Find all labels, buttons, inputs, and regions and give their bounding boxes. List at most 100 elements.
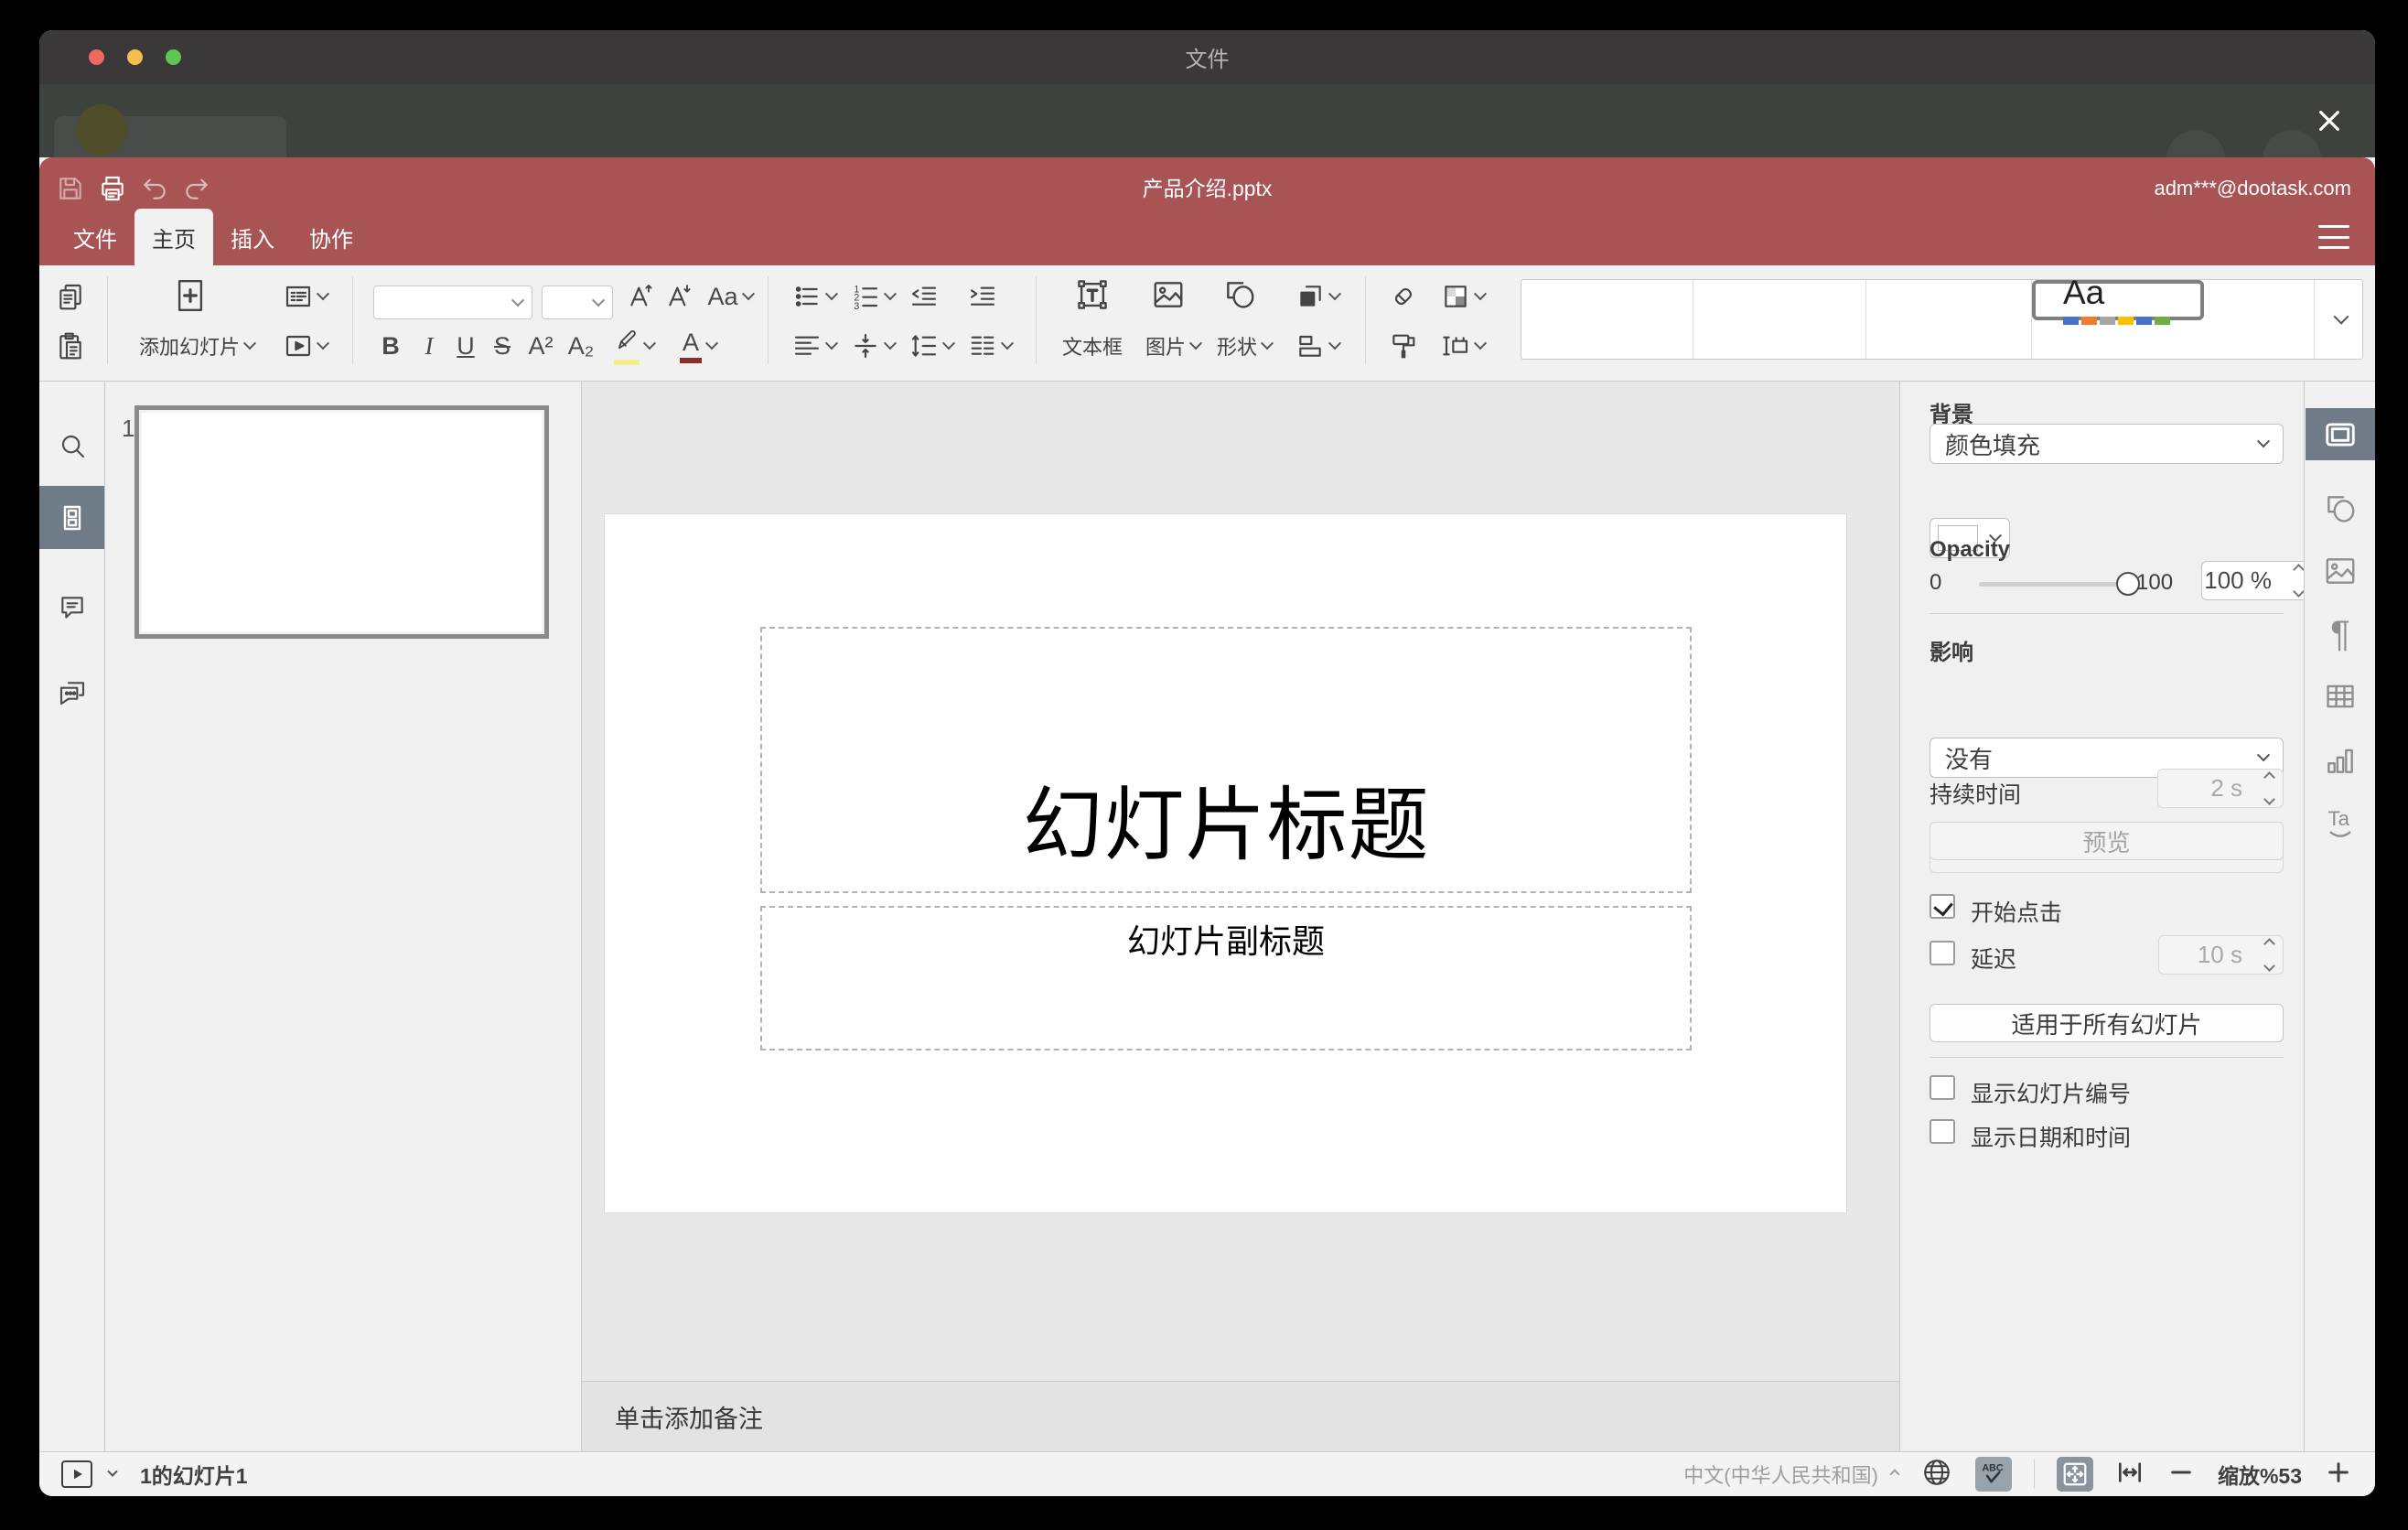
increase-font-icon[interactable] [623, 275, 660, 318]
font-color-button[interactable]: A [669, 322, 727, 370]
line-spacing-button[interactable] [903, 322, 960, 370]
textbox-button[interactable]: 文本框 [1053, 322, 1132, 370]
change-case-button[interactable]: Aa [700, 275, 760, 318]
opacity-max: 100 [2136, 570, 2174, 595]
decrease-font-icon[interactable] [661, 275, 698, 318]
slide-canvas[interactable]: 幻灯片标题 幻灯片副标题 [582, 382, 1899, 1381]
theme-option-1[interactable] [1521, 280, 1693, 359]
slide[interactable]: 幻灯片标题 幻灯片副标题 [605, 514, 1846, 1212]
font-name-combobox[interactable] [373, 286, 532, 319]
theme-gallery-expand-button[interactable] [2315, 280, 2362, 359]
slide-settings-icon[interactable] [2306, 408, 2375, 460]
vertical-align-button[interactable] [844, 322, 901, 370]
decrease-indent-icon[interactable] [903, 275, 945, 318]
copy-style-icon[interactable] [1382, 322, 1424, 370]
increase-indent-icon[interactable] [962, 275, 1004, 318]
status-bar: 1的幻灯片1 中文(中华人民共和国) ABC 缩放%53 [39, 1451, 2375, 1496]
shape-button[interactable]: 形状 [1207, 322, 1282, 370]
show-date-time-row: 显示日期和时间 [1930, 1119, 2284, 1151]
arrange-shapes-button[interactable] [1287, 275, 1348, 318]
image-icon[interactable] [1141, 269, 1196, 320]
slideshow-mode-chevron[interactable] [107, 1466, 118, 1477]
slide-thumbnail-number: 1 [122, 415, 135, 442]
strikethrough-button[interactable]: S [484, 322, 521, 370]
fit-to-slide-icon[interactable] [2056, 1457, 2093, 1492]
italic-button[interactable]: I [411, 322, 447, 370]
tab-collaboration[interactable]: 协作 [292, 209, 371, 265]
image-settings-icon[interactable] [2306, 544, 2375, 597]
chat-icon[interactable] [39, 666, 104, 719]
avatar [76, 104, 127, 156]
shape-fill-button[interactable] [1434, 275, 1492, 318]
start-slideshow-statusbar-icon[interactable] [61, 1460, 92, 1488]
font-size-combobox[interactable] [542, 286, 613, 319]
theme-option-5[interactable] [2204, 280, 2315, 359]
fit-to-width-icon[interactable] [2115, 1458, 2145, 1492]
theme-option-2[interactable] [1693, 280, 1866, 359]
numbered-list-button[interactable]: 123 [844, 275, 901, 318]
show-slide-number-row: 显示幻灯片编号 [1930, 1075, 2284, 1107]
subtitle-placeholder[interactable]: 幻灯片副标题 [760, 906, 1692, 1051]
slide-layout-button[interactable] [275, 275, 336, 318]
apply-to-all-slides-button[interactable]: 适用于所有幻灯片 [1930, 1004, 2284, 1042]
bullet-list-button[interactable] [786, 275, 843, 318]
bold-button[interactable]: B [372, 322, 409, 370]
subscript-button[interactable]: A₂ [561, 322, 601, 370]
underline-button[interactable]: U [447, 322, 484, 370]
theme-option-3[interactable] [1866, 280, 2032, 359]
shape-icon[interactable] [1212, 269, 1267, 320]
start-slideshow-button[interactable] [275, 322, 336, 370]
select-tool-icon[interactable] [1382, 275, 1424, 318]
horizontal-align-button[interactable] [786, 322, 843, 370]
columns-button[interactable] [962, 322, 1018, 370]
start-on-click-checkbox[interactable] [1930, 894, 1955, 919]
title-placeholder[interactable]: 幻灯片标题 [760, 627, 1692, 893]
textart-settings-icon[interactable]: Ta [2306, 794, 2375, 846]
show-slide-number-checkbox[interactable] [1930, 1075, 1955, 1100]
notes-area[interactable]: 单击添加备注 [582, 1381, 1899, 1451]
svg-text:ABC: ABC [1982, 1462, 2003, 1473]
textbox-icon[interactable] [1062, 269, 1123, 320]
slide-thumbnail[interactable] [134, 405, 549, 639]
editor-window: 文件 产品介绍.pptx adm***@dootask.com 文件 主页 插入 [39, 30, 2375, 1496]
language-selector[interactable]: 中文(中华人民共和国) [1683, 1460, 1900, 1489]
zoom-in-icon[interactable] [2324, 1458, 2353, 1492]
paragraph-settings-icon[interactable]: ¶ [2306, 609, 2375, 661]
copy-icon[interactable] [52, 275, 89, 318]
delay-label: 延迟 [1971, 947, 2017, 973]
opacity-input[interactable]: 100 % [2201, 561, 2313, 600]
table-settings-icon[interactable] [2306, 670, 2375, 722]
menu-icon[interactable] [2318, 225, 2349, 249]
highlight-color-button[interactable] [605, 322, 663, 370]
opacity-slider-track[interactable] [1979, 572, 2140, 596]
canvas-zone: 幻灯片标题 幻灯片副标题 单击添加备注 [582, 382, 1899, 1451]
toolbar: 添加幻灯片 Aa B I U S A² A₂ A 1 2 3 文本框 图片 形状… [39, 265, 2375, 382]
delay-input[interactable]: 10 s [2158, 935, 2284, 975]
set-language-icon[interactable] [1920, 1456, 1953, 1493]
show-date-time-checkbox[interactable] [1930, 1119, 1955, 1144]
tab-home[interactable]: 主页 [134, 209, 213, 265]
spellcheck-icon[interactable]: ABC [1974, 1457, 2012, 1492]
add-slide-icon[interactable] [166, 271, 215, 320]
zoom-out-icon[interactable] [2166, 1458, 2196, 1492]
chart-settings-icon[interactable] [2306, 734, 2375, 786]
search-icon[interactable] [39, 419, 104, 472]
fill-type-select[interactable]: 颜色填充 [1930, 424, 2284, 464]
slides-panel-icon[interactable] [39, 486, 104, 549]
tab-insert[interactable]: 插入 [213, 209, 292, 265]
align-shapes-button[interactable] [1287, 322, 1348, 370]
close-icon[interactable] [2309, 101, 2349, 141]
paste-icon[interactable] [52, 322, 89, 370]
image-button[interactable]: 图片 [1135, 322, 1210, 370]
slide-size-button[interactable] [1434, 322, 1492, 370]
delay-checkbox[interactable] [1930, 941, 1955, 965]
shape-settings-icon[interactable] [2306, 482, 2375, 534]
superscript-button[interactable]: A² [521, 322, 561, 370]
duration-input[interactable]: 2 s [2157, 769, 2284, 808]
preview-button[interactable]: 预览 [1930, 822, 2284, 860]
tab-file[interactable]: 文件 [56, 209, 134, 265]
add-slide-button[interactable]: 添加幻灯片 [124, 322, 270, 370]
add-slide-label: 添加幻灯片 [138, 336, 240, 359]
theme-option-selected[interactable]: Aa [2032, 275, 2204, 325]
comments-icon[interactable] [39, 581, 104, 634]
